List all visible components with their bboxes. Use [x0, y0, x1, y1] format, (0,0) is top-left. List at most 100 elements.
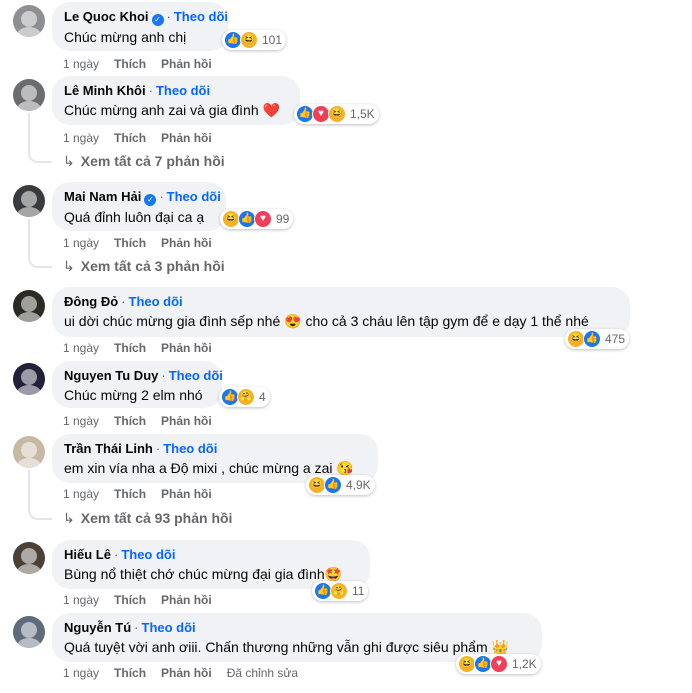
avatar[interactable]: [13, 616, 45, 648]
like-link[interactable]: Thích: [114, 341, 146, 355]
follow-button[interactable]: Theo dõi: [174, 9, 228, 24]
reaction-count: 1,5K: [350, 107, 375, 121]
view-replies-link[interactable]: ↳ Xem tất cả 3 phản hồi: [63, 258, 225, 275]
reply-link[interactable]: Phản hồi: [161, 414, 212, 428]
reaction-summary[interactable]: 👍 😆 101: [222, 30, 287, 50]
comment-text: Quá đỉnh luôn đại ca ạ: [64, 209, 205, 225]
commenter-name[interactable]: Trần Thái Linh: [64, 441, 153, 456]
view-replies-link[interactable]: ↳ Xem tất cả 7 phản hồi: [63, 153, 225, 170]
follow-button[interactable]: Theo dõi: [129, 294, 183, 309]
follow-button[interactable]: Theo dõi: [163, 441, 217, 456]
avatar[interactable]: [13, 5, 45, 37]
like-link[interactable]: Thích: [114, 666, 146, 680]
reply-link[interactable]: Phản hồi: [161, 57, 212, 71]
comment-actions: 1 ngày Thích Phản hồi: [63, 236, 227, 250]
separator-dot: ·: [159, 189, 164, 204]
timestamp[interactable]: 1 ngày: [63, 131, 99, 145]
reply-link[interactable]: Phản hồi: [161, 236, 212, 250]
like-link[interactable]: Thích: [114, 414, 146, 428]
like-link[interactable]: Thích: [114, 593, 146, 607]
comment-actions: 1 ngày Thích Phản hồi: [63, 593, 227, 607]
reaction-count: 4: [259, 390, 266, 404]
view-replies-label: Xem tất cả 7 phản hồi: [80, 153, 225, 169]
timestamp[interactable]: 1 ngày: [63, 487, 99, 501]
commenter-name[interactable]: Đông Đỏ: [64, 294, 118, 309]
reaction-summary[interactable]: 😆 👍 ♥ 99: [220, 209, 294, 229]
reaction-count: 101: [262, 33, 283, 47]
comment-text: Chúc mừng anh chị: [64, 29, 187, 45]
like-link[interactable]: Thích: [114, 57, 146, 71]
follow-button[interactable]: Theo dõi: [167, 189, 221, 204]
commenter-name[interactable]: Nguyen Tu Duy: [64, 368, 158, 383]
separator-dot: ·: [121, 294, 126, 309]
view-replies-label: Xem tất cả 3 phản hồi: [80, 258, 225, 274]
comment-bubble: Nguyen Tu Duy · Theo dõi Chúc mừng 2 elm n…: [52, 361, 223, 408]
separator-dot: ·: [161, 368, 166, 383]
thread-connector: [28, 219, 52, 268]
avatar[interactable]: [13, 79, 45, 111]
care-icon: 🤗: [330, 582, 348, 600]
separator-dot: ·: [134, 620, 139, 635]
commenter-name[interactable]: Nguyễn Tú: [64, 620, 131, 635]
view-replies-label: Xem tất cả 93 phản hồi: [80, 510, 233, 526]
timestamp[interactable]: 1 ngày: [63, 57, 99, 71]
haha-icon: 😆: [328, 105, 346, 123]
timestamp[interactable]: 1 ngày: [63, 236, 99, 250]
follow-button[interactable]: Theo dõi: [121, 547, 175, 562]
separator-dot: ·: [113, 547, 119, 562]
verified-badge-icon: ✓: [144, 194, 157, 206]
comment-actions: 1 ngày Thích Phản hồi: [63, 131, 227, 145]
like-icon: 👍: [583, 330, 601, 348]
timestamp[interactable]: 1 ngày: [63, 341, 99, 355]
reaction-summary[interactable]: 👍 ♥ 😆 1,5K: [294, 104, 379, 124]
commenter-name[interactable]: Le Quoc Khoi: [64, 9, 149, 24]
reaction-summary[interactable]: 😆 👍 475: [565, 329, 630, 349]
commenter-name[interactable]: Lê Minh Khôi: [64, 83, 146, 98]
reply-link[interactable]: Phản hồi: [161, 131, 212, 145]
reaction-summary[interactable]: 😆 👍 4,9K: [306, 475, 375, 495]
like-icon: 👍: [324, 476, 342, 494]
reaction-summary[interactable]: 👍 🤗 4: [219, 387, 270, 407]
timestamp[interactable]: 1 ngày: [63, 593, 99, 607]
follow-button[interactable]: Theo dõi: [156, 83, 210, 98]
avatar[interactable]: [13, 185, 45, 217]
comment-bubble: Le Quoc Khoi ✓ · Theo dõi Chúc mừng anh chị: [52, 2, 228, 51]
reply-link[interactable]: Phản hồi: [161, 593, 212, 607]
comment-text: Quá tuyệt vời anh ơiii. Chấn thương nhữn…: [64, 639, 509, 655]
comment-actions: 1 ngày Thích Phản hồi: [63, 57, 227, 71]
love-icon: ♥: [254, 210, 272, 228]
reply-link[interactable]: Phản hồi: [161, 666, 212, 680]
avatar[interactable]: [13, 363, 45, 395]
reaction-count: 4,9K: [346, 478, 371, 492]
comment-text: Chúc mừng anh zai và gia đình ❤️: [64, 102, 280, 118]
follow-button[interactable]: Theo dõi: [142, 620, 196, 635]
reaction-count: 99: [276, 212, 290, 226]
reaction-summary[interactable]: 😆 👍 ♥ 1,2K: [456, 654, 541, 674]
comment-actions: 1 ngày Thích Phản hồi Đã chỉnh sửa: [63, 666, 313, 680]
like-link[interactable]: Thích: [114, 487, 146, 501]
like-link[interactable]: Thích: [114, 236, 146, 250]
avatar[interactable]: [13, 542, 45, 574]
commenter-name[interactable]: Hiếu Lê: [64, 547, 111, 562]
like-link[interactable]: Thích: [114, 131, 146, 145]
reply-link[interactable]: Phản hồi: [161, 487, 212, 501]
follow-button[interactable]: Theo dõi: [169, 368, 223, 383]
separator-dot: ·: [148, 83, 153, 98]
verified-badge-icon: ✓: [151, 14, 164, 26]
thread-connector: [28, 113, 52, 163]
reply-link[interactable]: Phản hồi: [161, 341, 212, 355]
reaction-count: 1,2K: [512, 657, 537, 671]
comment-bubble: Lê Minh Khôi · Theo dõi Chúc mừng anh zai …: [52, 76, 300, 125]
timestamp[interactable]: 1 ngày: [63, 666, 99, 680]
view-replies-link[interactable]: ↳ Xem tất cả 93 phản hồi: [63, 510, 232, 527]
reaction-summary[interactable]: 👍 🤗 11: [312, 581, 369, 601]
avatar[interactable]: [13, 436, 45, 468]
reply-arrow-icon: ↳: [63, 510, 75, 526]
reply-arrow-icon: ↳: [63, 258, 75, 274]
separator-dot: ·: [155, 441, 161, 456]
comment-text: ui dời chúc mừng gia đình sếp nhé 😍 cho …: [64, 313, 589, 329]
commenter-name[interactable]: Mai Nam Hải: [64, 189, 141, 204]
edited-label: Đã chỉnh sửa: [226, 666, 299, 680]
timestamp[interactable]: 1 ngày: [63, 414, 99, 428]
avatar[interactable]: [13, 290, 45, 322]
